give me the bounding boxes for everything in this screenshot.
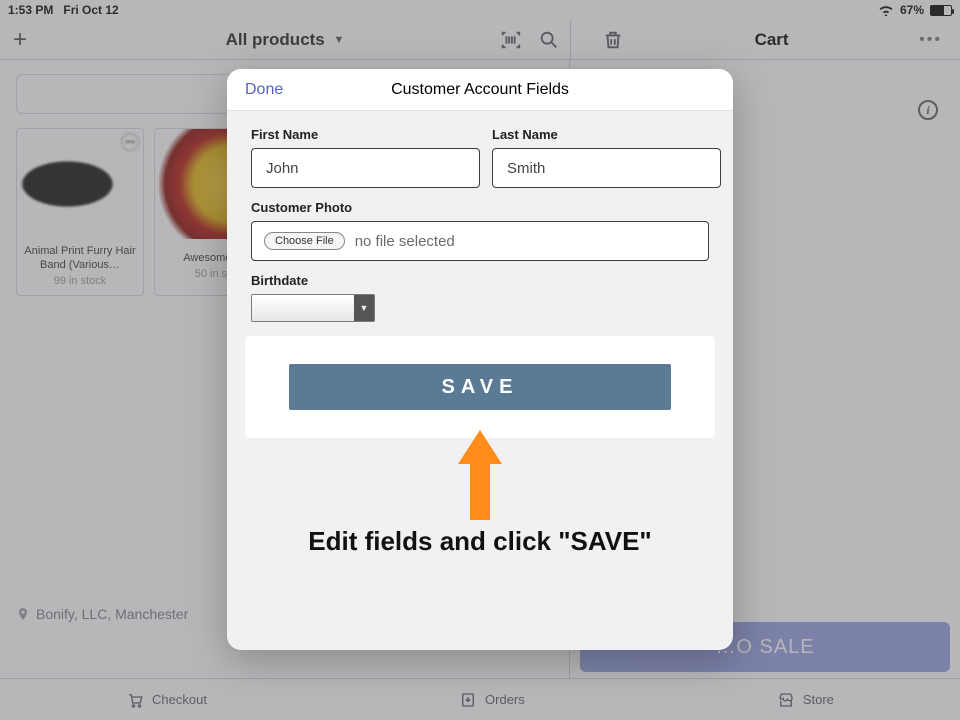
last-name-label: Last Name bbox=[492, 127, 721, 142]
birthdate-label: Birthdate bbox=[251, 273, 709, 288]
done-button[interactable]: Done bbox=[245, 81, 283, 99]
chevron-down-icon: ▼ bbox=[354, 295, 374, 321]
save-button[interactable]: SAVE bbox=[289, 364, 671, 410]
first-name-label: First Name bbox=[251, 127, 480, 142]
no-file-text: no file selected bbox=[355, 233, 455, 250]
first-name-field[interactable] bbox=[251, 148, 480, 188]
annotation-arrow-icon bbox=[458, 430, 502, 520]
last-name-field[interactable] bbox=[492, 148, 721, 188]
modal-header: Done Customer Account Fields bbox=[227, 69, 733, 111]
customer-fields-modal: Done Customer Account Fields First Name … bbox=[227, 69, 733, 650]
annotation-text: Edit fields and click "SAVE" bbox=[251, 526, 709, 557]
birthdate-select[interactable]: ▼ bbox=[251, 294, 375, 322]
choose-file-button[interactable]: Choose File bbox=[264, 232, 345, 250]
photo-file-input[interactable]: Choose File no file selected bbox=[251, 221, 709, 261]
save-button-label: SAVE bbox=[442, 376, 519, 399]
photo-label: Customer Photo bbox=[251, 200, 709, 215]
modal-title: Customer Account Fields bbox=[391, 81, 569, 99]
